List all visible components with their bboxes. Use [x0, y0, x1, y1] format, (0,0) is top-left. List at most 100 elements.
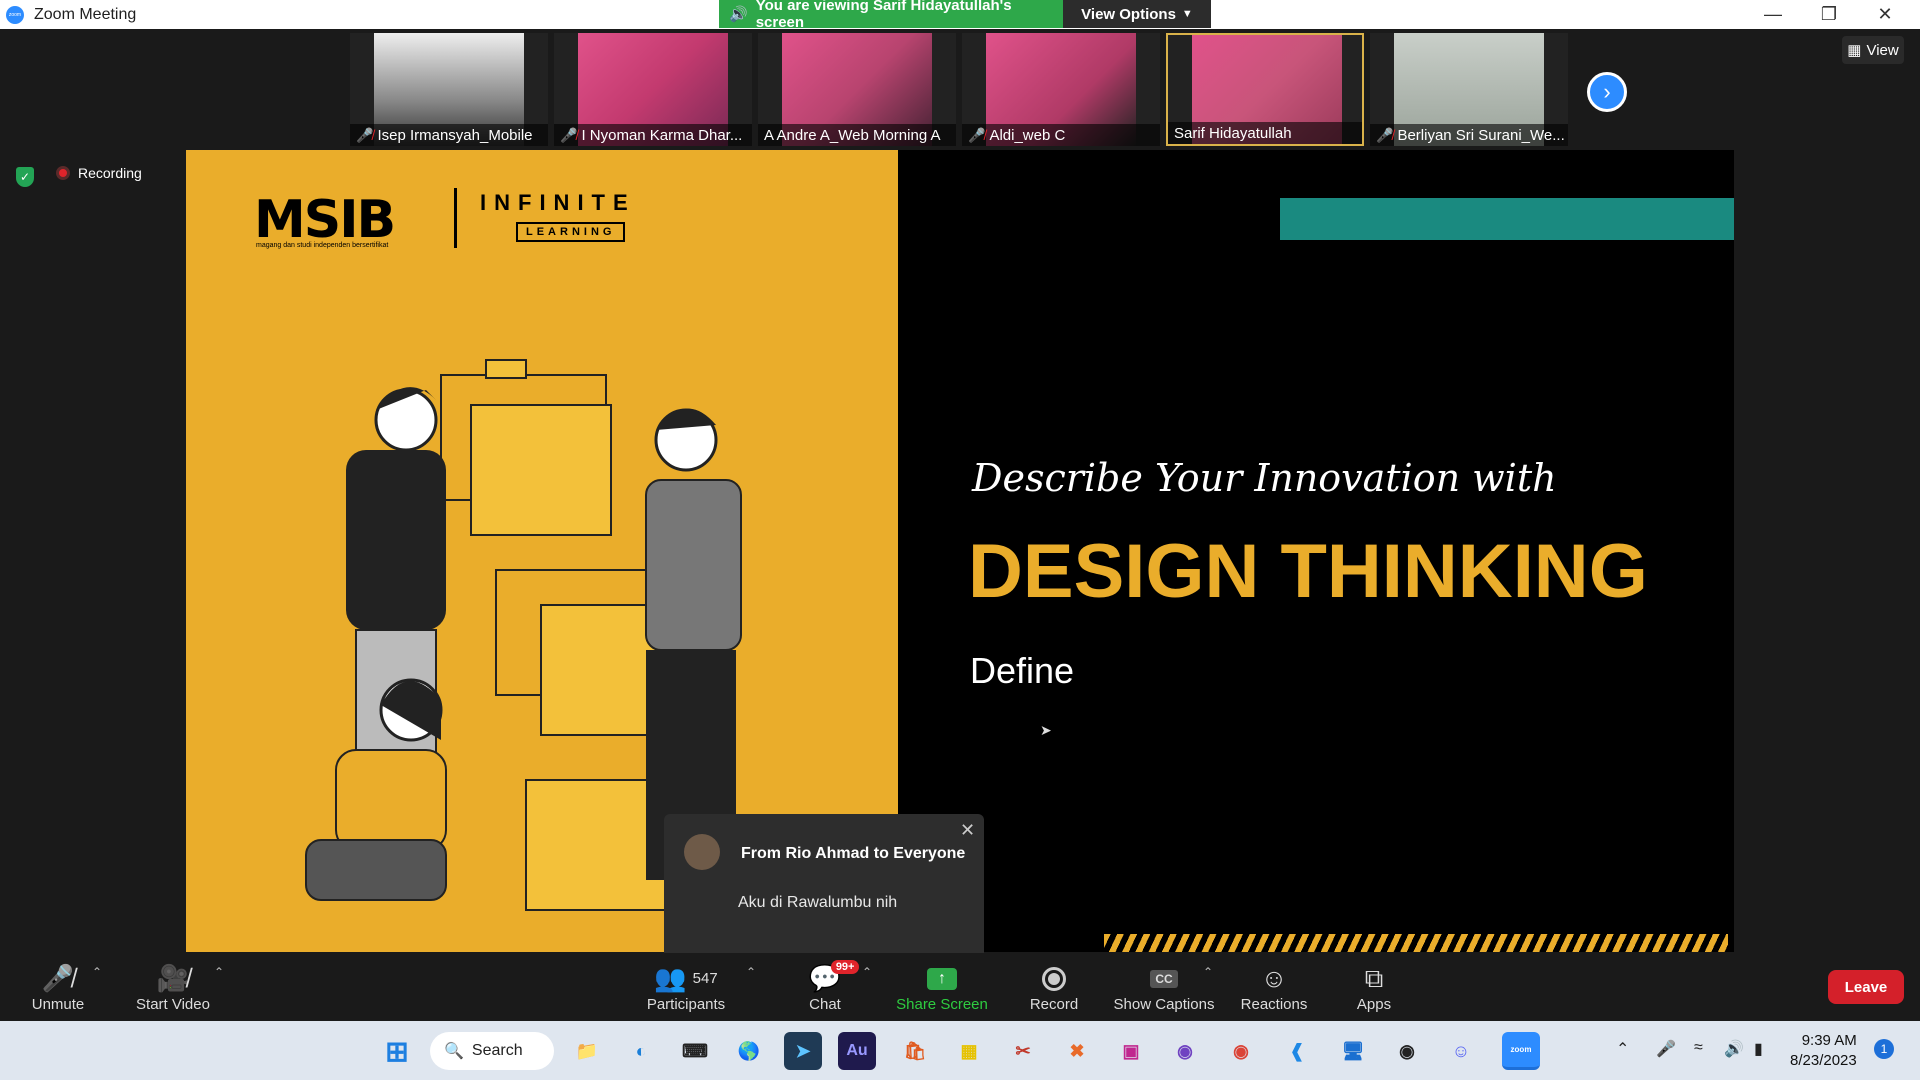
recording-dot-icon — [56, 166, 70, 180]
speaker-icon: 🔊 — [729, 6, 748, 23]
minimize-button[interactable]: — — [1745, 0, 1801, 28]
participant-name: I Nyoman Karma Dhar... — [581, 126, 743, 144]
remote-desktop-icon[interactable]: 🖥 — [1334, 1032, 1372, 1070]
zoom-taskbar-icon[interactable]: zoom — [1502, 1032, 1540, 1070]
participant-tile[interactable]: 🎤̸ I Nyoman Karma Dhar... — [554, 33, 752, 146]
windows-start-icon[interactable]: ⊞ — [378, 1032, 416, 1070]
mic-muted-icon: 🎤̸ — [356, 126, 374, 143]
participant-name: Berliyan Sri Surani_We... — [1397, 126, 1565, 144]
audition-app-icon[interactable]: Au — [838, 1032, 876, 1070]
microsoft-store-icon[interactable]: 🛍 — [896, 1032, 934, 1070]
piano-app-icon[interactable]: ⌨ — [676, 1032, 714, 1070]
participant-tile[interactable]: 🎤̸ Berliyan Sri Surani_We... — [1370, 33, 1568, 146]
chat-button[interactable]: 💬 99+ Chat — [800, 953, 860, 1021]
app-circle-icon[interactable]: ◉ — [1388, 1032, 1426, 1070]
video-off-icon: 🎥̸ — [156, 963, 190, 993]
terminal-app-icon[interactable]: ➤ — [784, 1032, 822, 1070]
mic-muted-icon: 🎤̸ — [1376, 126, 1394, 143]
file-explorer-icon[interactable]: 📁 — [568, 1032, 606, 1070]
unmute-label: Unmute — [31, 995, 85, 1013]
screen-share-banner: 🔊 You are viewing Sarif Hidayatullah's s… — [719, 0, 1063, 31]
security-shield-icon[interactable]: ✓ — [16, 167, 34, 187]
chrome-browser-icon[interactable]: ◉ — [1222, 1032, 1260, 1070]
view-button[interactable]: ▦ View — [1842, 36, 1904, 64]
unmute-button[interactable]: 🎤̸ Unmute — [22, 953, 94, 1021]
slide-accent-bar — [1280, 198, 1734, 240]
participants-options-caret[interactable]: ⌃ — [746, 965, 756, 979]
audition-app-label: Au — [846, 1042, 868, 1059]
clock-time: 9:39 AM — [1801, 1032, 1857, 1049]
battery-icon[interactable]: ▮ — [1754, 1039, 1763, 1059]
participant-tile[interactable]: 🎤̸ Aldi_web C — [962, 33, 1160, 146]
share-screen-button[interactable]: ↑ Share Screen — [896, 953, 988, 1021]
slide-subtitle: Describe Your Innovation with — [972, 456, 1557, 500]
sticky-notes-icon[interactable]: ▦ — [950, 1032, 988, 1070]
chevron-up-icon[interactable]: ⌃ — [1616, 1039, 1629, 1059]
next-page-button[interactable]: › — [1587, 72, 1627, 112]
wifi-icon[interactable]: ≈ — [1694, 1039, 1703, 1057]
microphone-icon[interactable]: 🎤 — [1656, 1039, 1676, 1059]
record-icon — [1042, 962, 1066, 996]
grid-icon: ▦ — [1847, 42, 1862, 59]
reactions-button[interactable]: ☺ Reactions — [1236, 953, 1312, 1021]
chat-unread-badge: 99+ — [830, 959, 860, 974]
mic-muted-icon: 🎤̸ — [968, 126, 986, 143]
close-window-button[interactable]: ✕ — [1857, 0, 1913, 28]
avatar — [684, 834, 720, 870]
edge-browser-icon[interactable]: ◐ — [622, 1032, 660, 1070]
show-captions-label: Show Captions — [1113, 995, 1215, 1013]
maps-app-icon[interactable]: 🌎 — [730, 1032, 768, 1070]
taskbar-search-label: Search — [471, 1042, 523, 1059]
slide-hazard-stripe — [1104, 934, 1728, 952]
captions-options-caret[interactable]: ⌃ — [1203, 965, 1213, 979]
people-icon: 👥 — [654, 963, 687, 993]
apps-button[interactable]: ⧉ Apps — [1346, 953, 1402, 1021]
mic-muted-icon: 🎤̸ — [560, 126, 578, 143]
close-icon[interactable]: ✕ — [960, 820, 975, 841]
participant-name-bar: A Andre A_Web Morning A — [758, 124, 956, 146]
view-options-button[interactable]: View Options ▼ — [1063, 0, 1211, 28]
discord-icon[interactable]: ☺ — [1442, 1032, 1480, 1070]
participant-tile-active-speaker[interactable]: Sarif Hidayatullah — [1166, 33, 1364, 146]
apps-label: Apps — [1356, 995, 1392, 1013]
show-captions-button[interactable]: CC Show Captions — [1112, 953, 1216, 1021]
apps-icon: ⧉ — [1364, 962, 1384, 993]
xampp-icon[interactable]: ✖ — [1058, 1032, 1096, 1070]
mic-muted-icon: 🎤̸ — [41, 963, 75, 993]
chat-options-caret[interactable]: ⌃ — [862, 965, 872, 979]
restore-button[interactable]: ❐ — [1801, 0, 1857, 28]
chat-notification[interactable]: From Rio Ahmad to Everyone Aku di Rawalu… — [664, 814, 984, 973]
taskbar-search[interactable]: 🔍 Search — [430, 1032, 554, 1070]
start-video-label: Start Video — [136, 995, 210, 1013]
vscode-icon[interactable]: ❰ — [1278, 1032, 1316, 1070]
zoom-logo-icon: zoom — [6, 5, 24, 24]
record-button[interactable]: Record — [1022, 953, 1086, 1021]
goland-icon[interactable]: ◉ — [1166, 1032, 1204, 1070]
participants-button[interactable]: 👥 547 Participants — [640, 953, 732, 1021]
participant-name-bar: Sarif Hidayatullah — [1168, 122, 1362, 144]
participant-tile[interactable]: A Andre A_Web Morning A — [758, 33, 956, 146]
record-label: Record — [1029, 995, 1079, 1013]
search-icon: 🔍 — [444, 1043, 464, 1060]
mouse-cursor-icon: ➤ — [1040, 722, 1052, 738]
chevron-right-icon: › — [1603, 79, 1611, 104]
leave-button[interactable]: Leave — [1828, 970, 1904, 1004]
meeting-toolbar: 🎤̸ Unmute ⌃ 🎥̸ Start Video ⌃ 👥 547 Parti… — [0, 953, 1920, 1021]
intellij-icon[interactable]: ▣ — [1112, 1032, 1150, 1070]
slide-stage: Define — [970, 650, 1075, 691]
participant-name-bar: 🎤̸ Berliyan Sri Surani_We... — [1370, 124, 1568, 146]
clock[interactable]: 9:39 AM 8/23/2023 — [1790, 1031, 1857, 1071]
snipping-tool-icon[interactable]: ✂ — [1004, 1032, 1042, 1070]
notification-badge[interactable]: 1 — [1874, 1039, 1894, 1059]
video-options-caret[interactable]: ⌃ — [214, 965, 224, 979]
volume-icon[interactable]: 🔊 — [1724, 1039, 1744, 1059]
chevron-down-icon: ▼ — [1181, 8, 1193, 20]
audio-options-caret[interactable]: ⌃ — [92, 965, 102, 979]
view-options-label: View Options — [1081, 5, 1176, 23]
meeting-area: 🎤̸ Isep Irmansyah_Mobile 🎤̸ I Nyoman Karma… — [0, 29, 1920, 973]
box-stack-top — [440, 359, 612, 536]
participant-tile[interactable]: 🎤̸ Isep Irmansyah_Mobile — [350, 33, 548, 146]
participant-name: Sarif Hidayatullah — [1174, 124, 1292, 142]
start-video-button[interactable]: 🎥̸ Start Video — [130, 953, 216, 1021]
recording-indicator[interactable]: Recording — [56, 165, 142, 181]
